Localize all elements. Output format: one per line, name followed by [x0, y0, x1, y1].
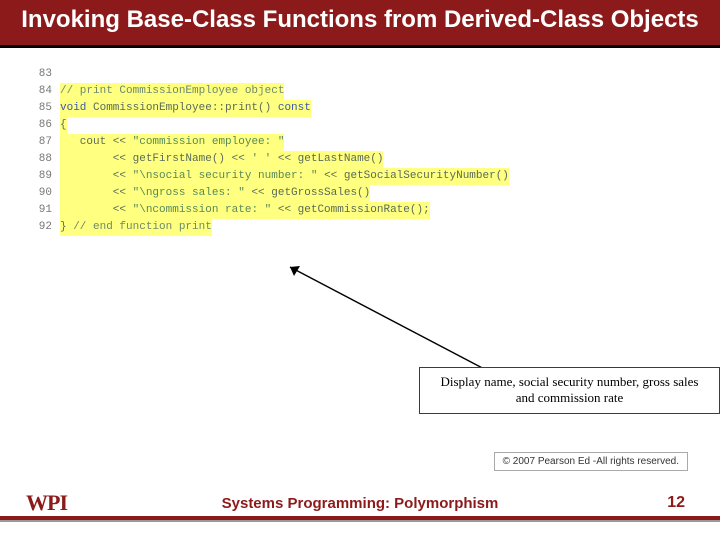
slide-title: Invoking Base-Class Functions from Deriv…: [20, 6, 700, 35]
line-number: 83: [30, 66, 52, 83]
code-text: cout <<: [60, 134, 133, 151]
code-block: 83 84// print CommissionEmployee object …: [30, 66, 690, 236]
line-number: 90: [30, 185, 52, 202]
line-number: 86: [30, 117, 52, 134]
line-number: 92: [30, 219, 52, 236]
line-number: 89: [30, 168, 52, 185]
footer-title: Systems Programming: Polymorphism: [0, 495, 720, 512]
code-string: ' ': [251, 151, 271, 168]
code-string: "commission employee: ": [133, 134, 285, 151]
slide-footer: WPI Systems Programming: Polymorphism 12: [0, 488, 720, 540]
code-text: << getGrossSales(): [245, 185, 370, 202]
code-text: <<: [60, 202, 133, 219]
line-number: 91: [30, 202, 52, 219]
code-text: << getCommissionRate();: [271, 202, 429, 219]
callout-box: Display name, social security number, gr…: [419, 367, 720, 414]
code-text: CommissionEmployee::print(): [86, 100, 277, 117]
code-keyword: void: [60, 100, 86, 117]
code-text: << getFirstName() <<: [60, 151, 251, 168]
slide-title-bar: Invoking Base-Class Functions from Deriv…: [0, 0, 720, 48]
line-number: 85: [30, 100, 52, 117]
page-number: 12: [667, 494, 685, 512]
line-number: 88: [30, 151, 52, 168]
code-string: "\ncommission rate: ": [133, 202, 272, 219]
line-number: 84: [30, 83, 52, 100]
code-text: << getLastName(): [271, 151, 383, 168]
code-text: <<: [60, 168, 133, 185]
code-comment: // end function print: [73, 219, 212, 236]
code-text: {: [60, 117, 67, 134]
footer-divider-shadow: [0, 520, 720, 522]
code-keyword: const: [278, 100, 311, 117]
code-text: <<: [60, 185, 133, 202]
arrow-icon: [280, 262, 500, 377]
code-string: "\nsocial security number: ": [133, 168, 318, 185]
code-string: "\ngross sales: ": [133, 185, 245, 202]
code-text: << getSocialSecurityNumber(): [317, 168, 508, 185]
code-text: }: [60, 219, 73, 236]
line-number: 87: [30, 134, 52, 151]
copyright-notice: © 2007 Pearson Ed -All rights reserved.: [494, 452, 688, 471]
code-comment: // print CommissionEmployee object: [60, 83, 284, 100]
